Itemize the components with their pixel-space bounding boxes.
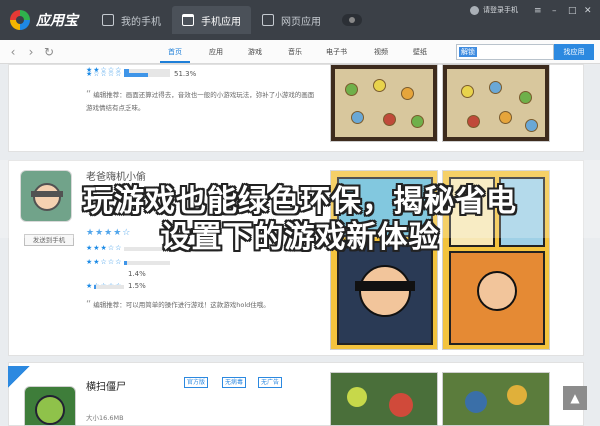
title-bar: 应用宝 我的手机 手机应用 网页应用 请登录手机 ≡ – □ ✕	[0, 0, 600, 40]
search-button[interactable]: 找应用	[554, 44, 594, 60]
search-value: 解锁	[459, 47, 477, 57]
badge-label: 无病毒	[225, 379, 244, 386]
connection-toggle[interactable]	[342, 14, 362, 26]
app-icon[interactable]	[24, 386, 76, 426]
search-input[interactable]: 解锁	[456, 44, 554, 60]
logo-icon	[10, 10, 30, 30]
game-screenshot[interactable]	[330, 64, 438, 142]
nav-wallpapers[interactable]: 壁纸	[413, 47, 427, 57]
app-title[interactable]: 横扫僵尸	[86, 378, 126, 393]
badge-label: 无广告	[261, 379, 280, 386]
phone-icon	[102, 14, 114, 26]
tab-label: 手机应用	[201, 16, 241, 28]
game-screenshot[interactable]	[442, 64, 550, 142]
rating-stars: ★★☆☆☆	[86, 258, 123, 266]
tab-label: 网页应用	[281, 16, 321, 28]
game-screenshot[interactable]	[442, 372, 550, 426]
rating-stars: ★☆☆☆☆	[86, 70, 123, 78]
rating-bar	[124, 73, 170, 77]
headline-line2: 设置下的游戏新体验	[160, 220, 440, 255]
rating-percent: 51.3%	[174, 70, 197, 78]
login-label: 请登录手机	[483, 6, 518, 14]
game-screenshot[interactable]	[330, 372, 438, 426]
user-icon	[470, 5, 479, 15]
nav-active-indicator	[160, 61, 190, 63]
forward-icon[interactable]: ›	[24, 44, 38, 60]
rating-percent: 1.4%	[128, 270, 146, 278]
rating-bar	[124, 261, 170, 265]
app-logo: 应用宝	[10, 10, 78, 30]
app-size: 大小16.6MB	[86, 414, 124, 422]
tab-label: 我的手机	[121, 16, 161, 28]
nav-apps[interactable]: 应用	[209, 47, 223, 57]
app-name: 应用宝	[36, 13, 78, 29]
back-to-top-button[interactable]: ▲	[563, 386, 587, 410]
rating-bar	[94, 285, 124, 289]
quote-icon: “	[86, 299, 92, 310]
official-badge: 官方版	[184, 377, 209, 388]
maximize-icon[interactable]: □	[568, 5, 577, 17]
nav-music[interactable]: 音乐	[288, 47, 302, 57]
close-icon[interactable]: ✕	[584, 5, 592, 17]
login-link[interactable]: 请登录手机	[470, 5, 518, 15]
nav-videos[interactable]: 视频	[374, 47, 388, 57]
nav-home[interactable]: 首页	[168, 47, 182, 57]
rating-percent: 1.5%	[128, 282, 146, 290]
nav-ebooks[interactable]: 电子书	[326, 47, 347, 57]
nav-games[interactable]: 游戏	[248, 47, 262, 57]
tab-web-apps[interactable]: 网页应用	[252, 6, 331, 34]
tab-mobile-apps[interactable]: 手机应用	[172, 6, 251, 34]
refresh-icon[interactable]: ↻	[42, 44, 56, 60]
back-icon[interactable]: ‹	[6, 44, 20, 60]
web-icon	[262, 14, 274, 26]
badge-label: 官方版	[187, 379, 206, 386]
corner-ribbon	[8, 366, 30, 388]
minimize-icon[interactable]: –	[552, 5, 557, 17]
virus-free-badge: 无病毒	[222, 377, 247, 388]
editor-review: “ 编辑推荐：可以用简单的操作进行游戏！这款游戏hold住哦。	[86, 299, 270, 310]
app-icon	[182, 14, 194, 26]
tab-my-phone[interactable]: 我的手机	[92, 6, 171, 34]
editor-review: “ 编辑推荐：画面还算过得去，音效也一般的小游戏玩法，弥补了小游戏的画面 游戏情结…	[86, 89, 315, 112]
ad-free-badge: 无广告	[258, 377, 283, 388]
menu-icon[interactable]: ≡	[534, 5, 542, 17]
quote-icon: “	[86, 89, 92, 100]
